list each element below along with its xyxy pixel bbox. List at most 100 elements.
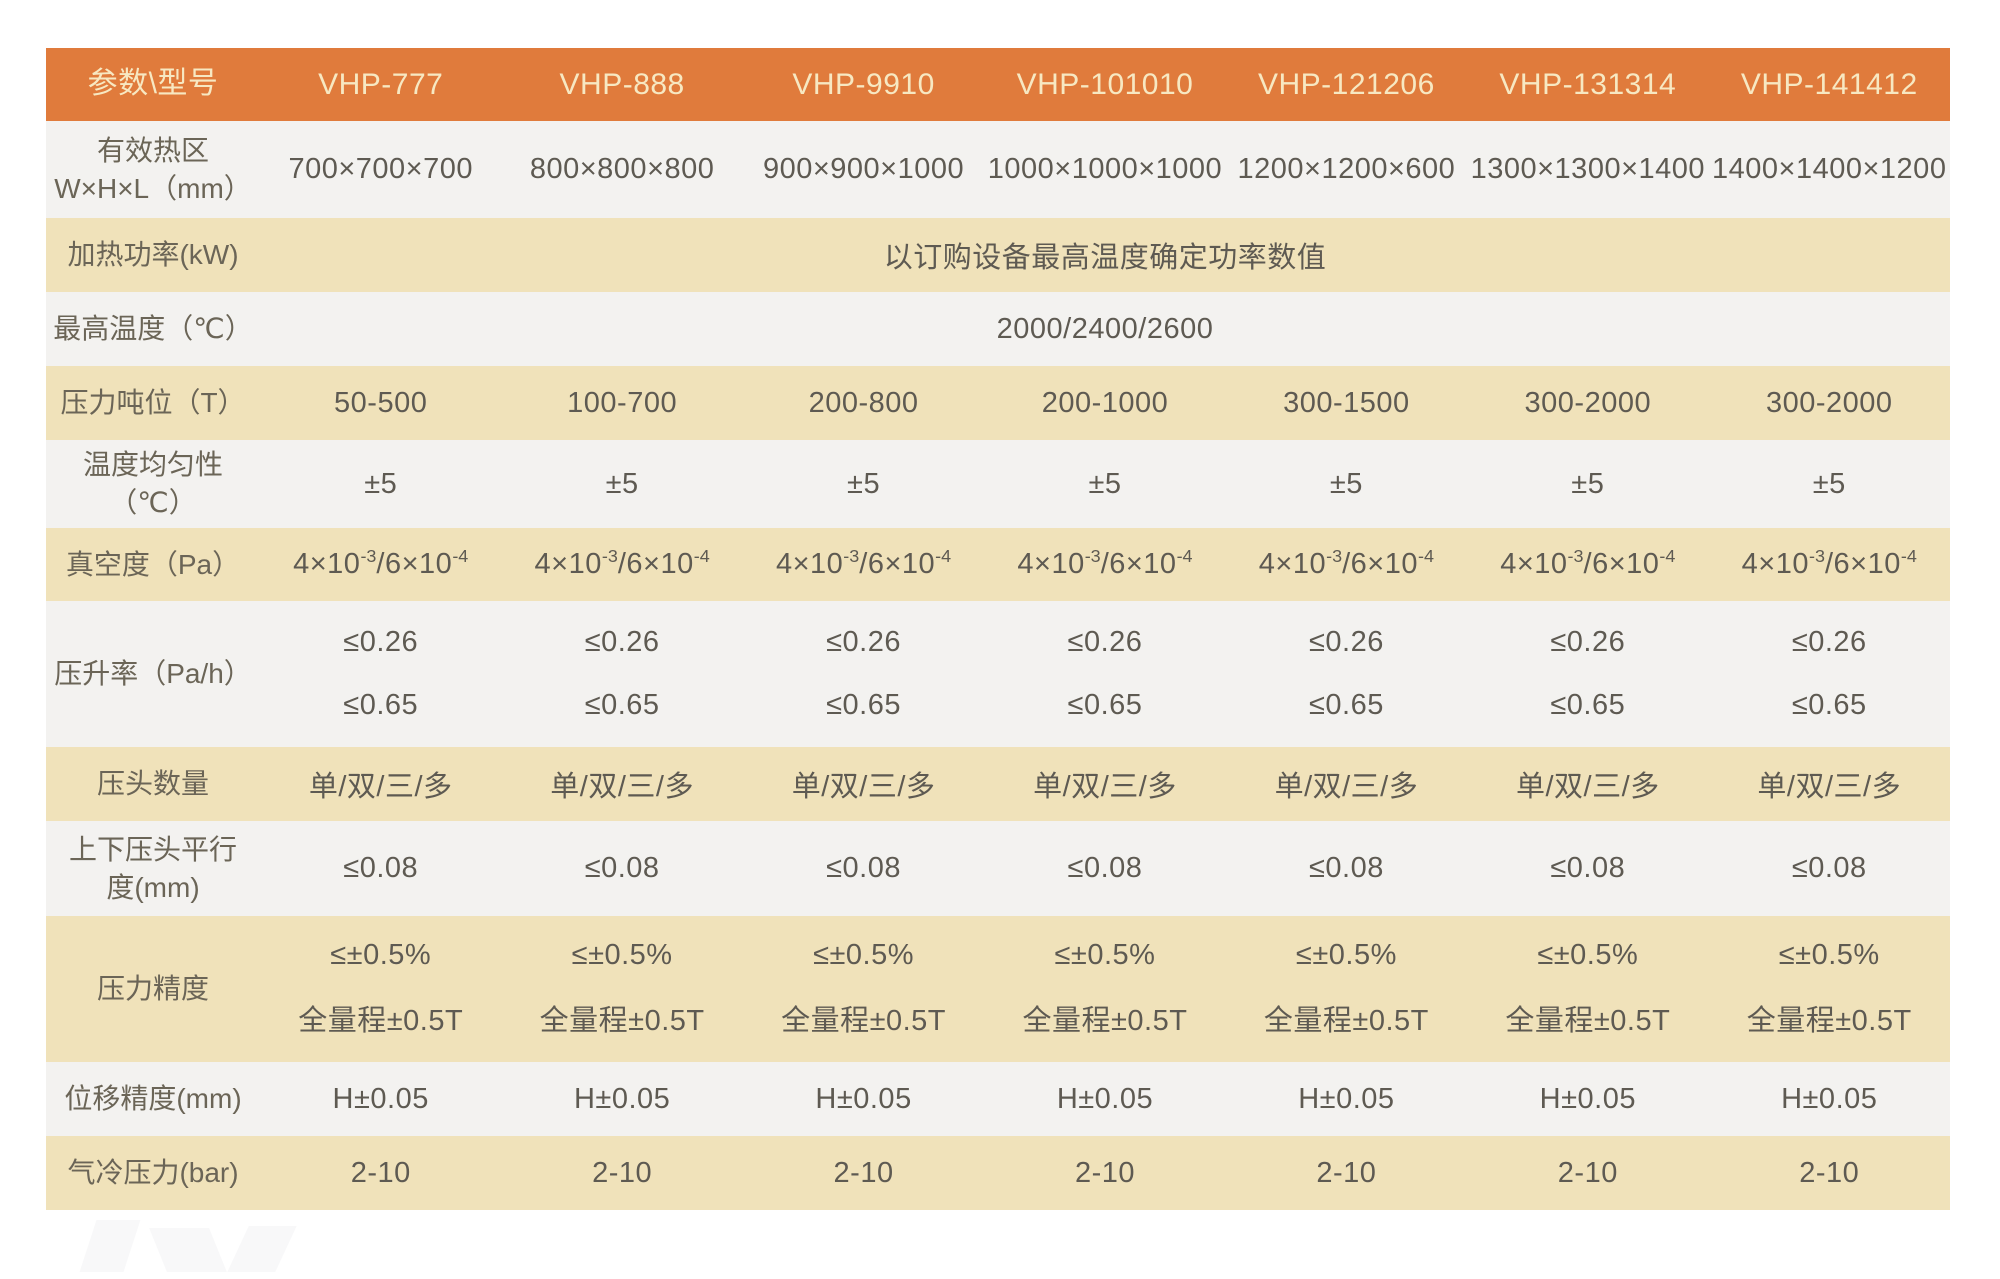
watermark [88, 1216, 328, 1276]
cell-value: ±5 [1226, 440, 1467, 528]
row-label: 气冷压力(bar) [46, 1136, 260, 1210]
cell-value: H±0.05 [1226, 1062, 1467, 1136]
cell-value: 单/双/三/多 [1709, 747, 1950, 821]
row-temperature-uniformity: 温度均匀性 （℃） ±5 ±5 ±5 ±5 ±5 ±5 ±5 [46, 440, 1950, 528]
header-row: 参数\型号 VHP-777 VHP-888 VHP-9910 VHP-10101… [46, 48, 1950, 121]
cell-span-value: 2000/2400/2600 [260, 292, 1950, 366]
model-header-vhp-131314: VHP-131314 [1467, 48, 1708, 121]
value-top: ≤0.26 [1309, 626, 1384, 659]
vacuum-exp2: -4 [1418, 546, 1434, 567]
cell-value: H±0.05 [984, 1062, 1225, 1136]
value-top: ≤0.26 [1550, 626, 1625, 659]
vacuum-base1: 4×10 [1500, 548, 1567, 581]
row-label: 位移精度(mm) [46, 1062, 260, 1136]
row-label-line2: （℃） [109, 484, 196, 522]
vacuum-exp1: -3 [1568, 546, 1584, 567]
cell-value: 2-10 [1709, 1136, 1950, 1210]
cell-value: H±0.05 [260, 1062, 501, 1136]
vacuum-base1: 4×10 [776, 548, 843, 581]
vacuum-base2: /6×10 [859, 548, 935, 581]
cell-value: 1200×1200×600 [1226, 121, 1467, 218]
value-top: ≤0.26 [1792, 626, 1867, 659]
row-label: 压头数量 [46, 747, 260, 821]
value-top: ≤0.26 [1068, 626, 1143, 659]
cell-dual-value: ≤±0.5% 全量程±0.5T [984, 916, 1225, 1062]
vacuum-exp1: -3 [1326, 546, 1342, 567]
model-header-vhp-777: VHP-777 [260, 48, 501, 121]
value-bottom: 全量程±0.5T [298, 997, 463, 1039]
vacuum-exp2: -4 [1659, 546, 1675, 567]
row-ram-count: 压头数量 单/双/三/多 单/双/三/多 单/双/三/多 单/双/三/多 单/双… [46, 747, 1950, 821]
vacuum-exp2: -4 [1901, 546, 1917, 567]
value-bottom: ≤0.65 [1068, 689, 1143, 722]
value-bottom: ≤0.65 [1309, 689, 1384, 722]
cell-span-value: 以订购设备最高温度确定功率数值 [260, 218, 1950, 292]
vacuum-exp1: -3 [843, 546, 859, 567]
vacuum-base2: /6×10 [1342, 548, 1418, 581]
vacuum-base1: 4×10 [535, 548, 602, 581]
row-effective-hot-zone: 有效热区 W×H×L（mm） 700×700×700 800×800×800 9… [46, 121, 1950, 218]
model-header-vhp-141412: VHP-141412 [1709, 48, 1950, 121]
row-label-line1: 温度均匀性 [83, 446, 223, 484]
value-bottom: 全量程±0.5T [1747, 997, 1912, 1039]
row-label: 最高温度（℃） [46, 292, 260, 366]
cell-value: 2-10 [984, 1136, 1225, 1210]
cell-value: ≤0.08 [1467, 821, 1708, 916]
cell-vacuum-value: 4×10-3/6×10-4 [260, 528, 501, 601]
value-bottom: 全量程±0.5T [540, 997, 705, 1039]
row-label: 真空度（Pa） [46, 528, 260, 601]
cell-vacuum-value: 4×10-3/6×10-4 [1709, 528, 1950, 601]
vacuum-base1: 4×10 [1742, 548, 1809, 581]
cell-value: H±0.05 [743, 1062, 984, 1136]
value-top: ≤±0.5% [1296, 939, 1397, 972]
cell-value: ±5 [1709, 440, 1950, 528]
value-top: ≤0.26 [826, 626, 901, 659]
row-label: 温度均匀性 （℃） [46, 440, 260, 528]
cell-value: 800×800×800 [501, 121, 742, 218]
cell-value: 1000×1000×1000 [984, 121, 1225, 218]
value-bottom: 全量程±0.5T [1023, 997, 1188, 1039]
cell-dual-value: ≤±0.5% 全量程±0.5T [1467, 916, 1708, 1062]
cell-value: ≤0.08 [1709, 821, 1950, 916]
cell-vacuum-value: 4×10-3/6×10-4 [743, 528, 984, 601]
cell-dual-value: ≤0.26 ≤0.65 [1467, 601, 1708, 747]
cell-value: 2-10 [501, 1136, 742, 1210]
vacuum-base2: /6×10 [376, 548, 452, 581]
cell-value: H±0.05 [1467, 1062, 1708, 1136]
cell-value: ±5 [501, 440, 742, 528]
cell-value: ±5 [984, 440, 1225, 528]
cell-dual-value: ≤0.26 ≤0.65 [1709, 601, 1950, 747]
cell-dual-value: ≤±0.5% 全量程±0.5T [501, 916, 742, 1062]
row-label: 有效热区 W×H×L（mm） [46, 121, 260, 218]
row-label-line1: 有效热区 [97, 132, 209, 170]
vacuum-base1: 4×10 [1259, 548, 1326, 581]
cell-value: 2-10 [1226, 1136, 1467, 1210]
cell-vacuum-value: 4×10-3/6×10-4 [1467, 528, 1708, 601]
row-label: 压力吨位（T） [46, 366, 260, 440]
cell-value: 2-10 [260, 1136, 501, 1210]
cell-value: ≤0.08 [501, 821, 742, 916]
cell-value: ≤0.08 [984, 821, 1225, 916]
value-top: ≤0.26 [343, 626, 418, 659]
row-displacement-accuracy: 位移精度(mm) H±0.05 H±0.05 H±0.05 H±0.05 H±0… [46, 1062, 1950, 1136]
row-pressure-tonnage: 压力吨位（T） 50-500 100-700 200-800 200-1000 … [46, 366, 1950, 440]
cell-dual-value: ≤0.26 ≤0.65 [501, 601, 742, 747]
vacuum-exp2: -4 [935, 546, 951, 567]
vacuum-base2: /6×10 [1584, 548, 1660, 581]
cell-dual-value: ≤±0.5% 全量程±0.5T [1226, 916, 1467, 1062]
cell-value: 700×700×700 [260, 121, 501, 218]
row-gas-cooling-pressure: 气冷压力(bar) 2-10 2-10 2-10 2-10 2-10 2-10 … [46, 1136, 1950, 1210]
vacuum-base2: /6×10 [1101, 548, 1177, 581]
value-bottom: ≤0.65 [826, 689, 901, 722]
cell-value: 2-10 [743, 1136, 984, 1210]
row-pressure-accuracy: 压力精度 ≤±0.5% 全量程±0.5T ≤±0.5% 全量程±0.5T ≤±0… [46, 916, 1950, 1062]
cell-value: 200-1000 [984, 366, 1225, 440]
value-bottom: ≤0.65 [1792, 689, 1867, 722]
cell-dual-value: ≤0.26 ≤0.65 [984, 601, 1225, 747]
value-bottom: 全量程±0.5T [1505, 997, 1670, 1039]
value-top: ≤0.26 [585, 626, 660, 659]
row-vacuum-degree: 真空度（Pa） 4×10-3/6×10-4 4×10-3/6×10-4 4×10… [46, 528, 1950, 601]
cell-dual-value: ≤±0.5% 全量程±0.5T [1709, 916, 1950, 1062]
cell-value: 300-1500 [1226, 366, 1467, 440]
vacuum-exp2: -4 [694, 546, 710, 567]
